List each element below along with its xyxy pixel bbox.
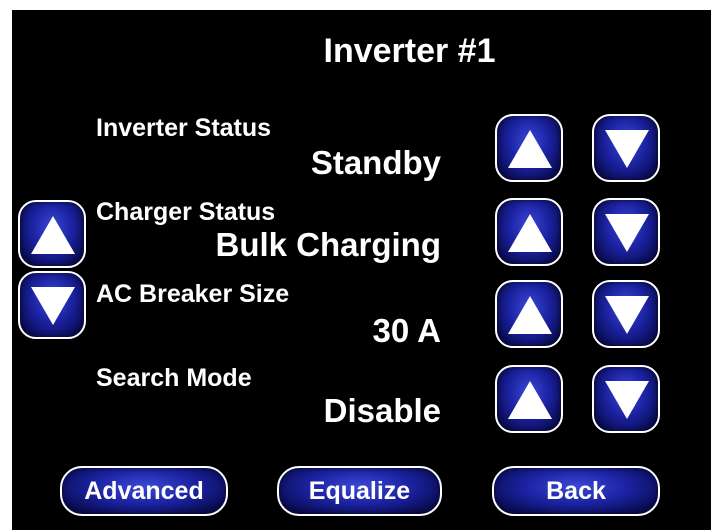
page-up-button[interactable] [18, 200, 86, 268]
page-title: Inverter #1 [323, 32, 496, 70]
charger-status-up-button[interactable] [495, 198, 563, 266]
arrow-down-icon [31, 287, 75, 325]
inverter-status-down-button[interactable] [592, 114, 660, 182]
inverter-status-up-button[interactable] [495, 114, 563, 182]
arrow-up-icon [508, 130, 552, 168]
inverter-screen: Inverter #1 Inverter Status Standby Char… [12, 10, 711, 530]
arrow-down-icon [605, 296, 649, 334]
charger-status-value: Bulk Charging [215, 226, 441, 263]
search-mode-label: Search Mode [96, 364, 252, 392]
ac-breaker-size-value: 30 A [372, 312, 441, 349]
charger-status-label: Charger Status [96, 198, 276, 226]
advanced-button[interactable]: Advanced [60, 466, 228, 516]
arrow-up-icon [508, 214, 552, 252]
search-mode-value: Disable [323, 392, 441, 429]
equalize-button[interactable]: Equalize [277, 466, 442, 516]
arrow-down-icon [605, 381, 649, 419]
ac-breaker-size-down-button[interactable] [592, 280, 660, 348]
back-button[interactable]: Back [492, 466, 660, 516]
search-mode-up-button[interactable] [495, 365, 563, 433]
inverter-status-value: Standby [310, 144, 441, 181]
arrow-down-icon [605, 214, 649, 252]
page-down-button[interactable] [18, 271, 86, 339]
inverter-status-label: Inverter Status [96, 114, 272, 142]
charger-status-down-button[interactable] [592, 198, 660, 266]
arrow-up-icon [31, 216, 75, 254]
ac-breaker-size-label: AC Breaker Size [96, 280, 290, 308]
arrow-down-icon [605, 130, 649, 168]
arrow-up-icon [508, 296, 552, 334]
ac-breaker-size-up-button[interactable] [495, 280, 563, 348]
search-mode-down-button[interactable] [592, 365, 660, 433]
arrow-up-icon [508, 381, 552, 419]
